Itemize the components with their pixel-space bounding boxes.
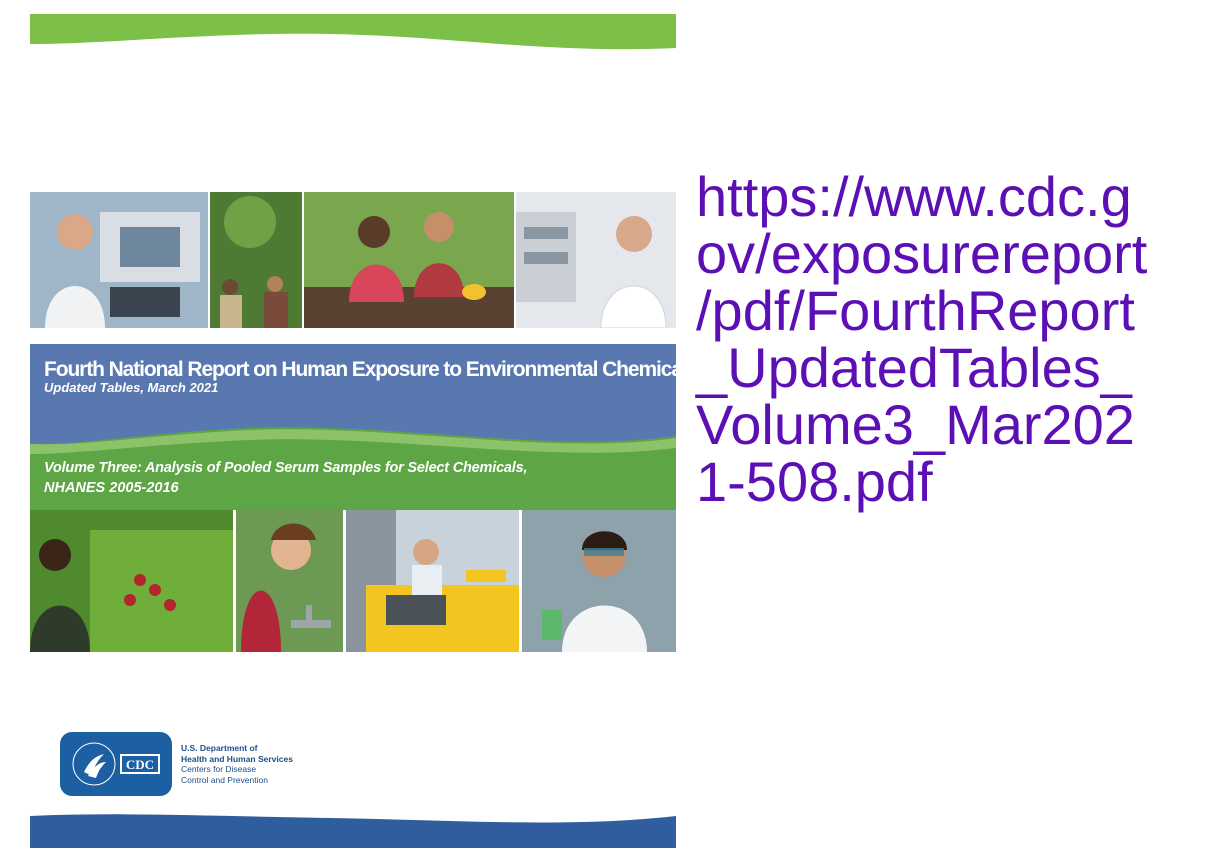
report-subtitle: Updated Tables, March 2021 (44, 380, 219, 395)
volume-band: Volume Three: Analysis of Pooled Serum S… (30, 414, 676, 510)
lab-scientist-photo (516, 192, 676, 328)
produce-shopper-photo (30, 510, 233, 652)
url-line-5[interactable]: Volume3_Mar202 (696, 396, 1216, 453)
document-url-link[interactable]: https://www.cdc.g ov/exposurereport /pdf… (696, 168, 1216, 510)
url-line-3[interactable]: /pdf/FourthReport (696, 282, 1216, 339)
dept-line-3: Centers for Disease (181, 764, 257, 774)
boy-drinking-fountain-photo (236, 510, 343, 652)
volume-title: Volume Three: Analysis of Pooled Serum S… (44, 460, 528, 476)
dept-line-4: Control and Prevention (181, 774, 268, 785)
bottom-blue-wave (30, 814, 676, 848)
report-title: Fourth National Report on Human Exposure… (44, 358, 676, 381)
taxi-driver-photo (346, 510, 519, 652)
lab-technician-photo (30, 192, 208, 328)
farm-workers-photo (210, 192, 302, 328)
dept-line-2: Health and Human Services (181, 753, 293, 764)
volume-years: NHANES 2005-2016 (44, 480, 179, 496)
url-line-4[interactable]: _UpdatedTables_ (696, 339, 1216, 396)
dept-line-1: U.S. Department of (181, 743, 258, 753)
children-gardening-photo (304, 192, 514, 328)
url-line-1[interactable]: https://www.cdc.g (696, 168, 1216, 225)
cdc-logo-text: CDC (126, 757, 154, 772)
url-line-2[interactable]: ov/exposurereport (696, 225, 1216, 282)
url-line-6[interactable]: 1-508.pdf (696, 453, 1216, 510)
report-cover: Fourth National Report on Human Exposure… (30, 14, 676, 848)
hhs-cdc-logo: CDC (60, 732, 172, 796)
department-label: U.S. Department of Health and Human Serv… (181, 743, 293, 785)
lab-researcher-photo (522, 510, 676, 652)
top-green-wave (30, 14, 676, 50)
title-band: Fourth National Report on Human Exposure… (30, 344, 676, 414)
